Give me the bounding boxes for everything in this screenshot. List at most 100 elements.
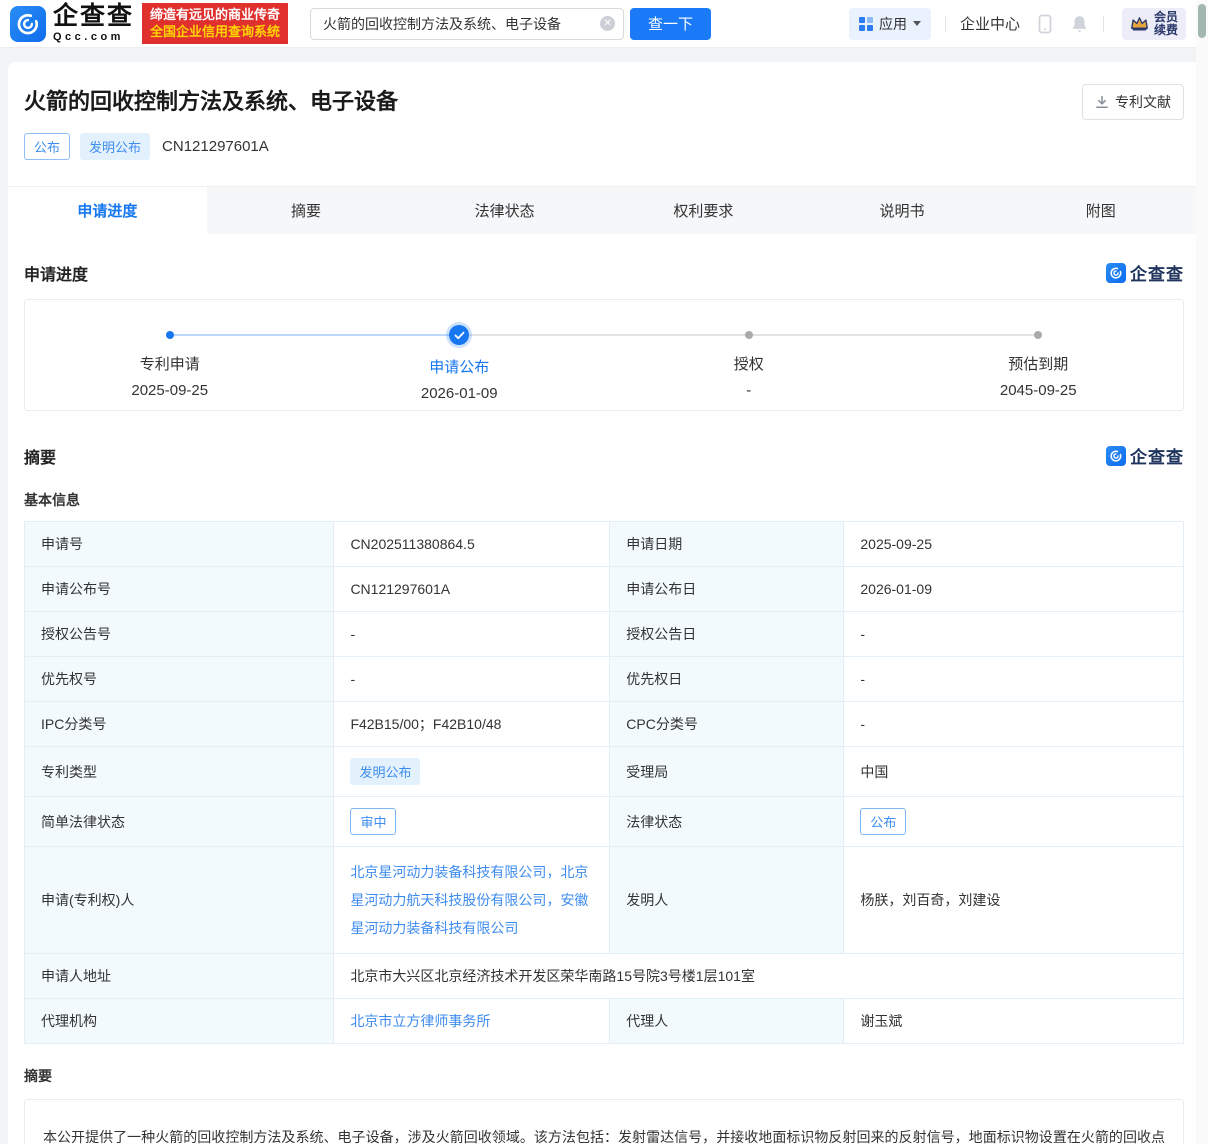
tab-claims[interactable]: 权利要求 xyxy=(604,187,803,234)
separator: ， xyxy=(546,892,561,908)
row-label: 申请日期 xyxy=(609,521,845,567)
top-header: 企查查 Qcc.com 缔造有远见的商业传奇 全国企业信用查询系统 ✕ 查一下 … xyxy=(0,0,1208,48)
qcc-watermark-text: 企查查 xyxy=(1130,448,1184,467)
tab-legal-status[interactable]: 法律状态 xyxy=(405,187,604,234)
mobile-app-icon[interactable] xyxy=(1036,14,1054,34)
table-row: 优先权号 - 优先权日 - xyxy=(23,656,1184,702)
abstract-title: 摘要 xyxy=(24,1068,52,1084)
milestone-publication: 申请公布 2026-01-09 xyxy=(315,300,605,402)
table-row: 申请号 CN202511380864.5 申请日期 2025-09-25 xyxy=(23,521,1184,567)
milestone-expiry: 预估到期 2045-09-25 xyxy=(894,300,1184,399)
row-value: 谢玉斌 xyxy=(843,998,1184,1044)
apps-grid-icon xyxy=(858,16,873,31)
row-label: 授权公告日 xyxy=(609,611,845,657)
summary-section: 摘要 企查查 基本信息 申请号 CN202511380864.5 申请日期 20… xyxy=(8,443,1200,1144)
header-nav: 应用 企业中心 会员 续费 xyxy=(848,7,1186,40)
main-content-card: 火箭的回收控制方法及系统、电子设备 专利文献 公布 发明公布 CN1212976… xyxy=(8,62,1200,1144)
agency-cell: 北京市立方律师事务所 xyxy=(333,998,611,1044)
row-value: - xyxy=(843,611,1184,657)
summary-section-title: 摘要 xyxy=(24,449,57,467)
scrollbar-thumb[interactable] xyxy=(1198,4,1206,38)
row-label: CPC分类号 xyxy=(609,701,845,747)
qcc-watermark-icon xyxy=(1106,445,1126,466)
row-label: 受理局 xyxy=(609,746,845,797)
table-row: 申请(专利权)人 北京星河动力装备科技有限公司，北京星河动力航天科技股份有限公司… xyxy=(23,846,1184,954)
logo-slogan: 缔造有远见的商业传奇 全国企业信用查询系统 xyxy=(142,3,289,44)
notifications-bell-icon[interactable] xyxy=(1070,14,1089,34)
download-icon xyxy=(1096,95,1108,109)
row-value: 公布 xyxy=(843,796,1184,847)
row-value: - xyxy=(843,656,1184,702)
row-value: 审中 xyxy=(333,796,611,847)
slogan-line1: 缔造有远见的商业传奇 xyxy=(150,7,281,23)
row-label: 授权公告号 xyxy=(23,611,335,657)
row-label: 简单法律状态 xyxy=(23,796,335,847)
milestone-check-icon xyxy=(449,325,470,345)
table-row: 专利类型 发明公布 受理局 中国 xyxy=(23,746,1184,797)
apps-menu[interactable]: 应用 xyxy=(848,7,931,40)
clear-search-icon[interactable]: ✕ xyxy=(600,16,616,31)
search-input[interactable] xyxy=(323,15,601,32)
agency-link[interactable]: 北京市立方律师事务所 xyxy=(350,1013,490,1029)
milestone-dot xyxy=(1034,331,1043,339)
scrollbar-track[interactable] xyxy=(1196,0,1208,1144)
row-value: F42B15/00；F42B10/48 xyxy=(333,701,611,747)
milestone-date: - xyxy=(746,382,752,399)
simple-legal-status-badge: 审中 xyxy=(350,808,397,835)
applicant-address: 北京市大兴区北京经济技术开发区荣华南路15号院3号楼1层101室 xyxy=(333,953,1184,999)
qcc-watermark-icon xyxy=(1106,262,1126,283)
patent-badges: 公布 发明公布 CN121297601A xyxy=(8,133,1200,160)
row-label: 优先权号 xyxy=(23,656,335,702)
applicants-cell: 北京星河动力装备科技有限公司，北京星河动力航天科技股份有限公司，安徽星河动力装备… xyxy=(333,846,611,954)
tab-bar: 申请进度 摘要 法律状态 权利要求 说明书 附图 xyxy=(8,186,1200,234)
row-value: - xyxy=(333,656,611,702)
logo-text: 企查查 Qcc.com xyxy=(53,4,134,43)
search-button[interactable]: 查一下 xyxy=(630,7,712,40)
crown-icon xyxy=(1131,17,1148,31)
row-label: 申请号 xyxy=(23,521,335,567)
apps-label: 应用 xyxy=(878,15,907,32)
legal-status-badge: 公布 xyxy=(860,808,907,835)
enterprise-center-link[interactable]: 企业中心 xyxy=(960,13,1020,34)
milestone-date: 2025-09-25 xyxy=(131,382,209,399)
row-label: 代理人 xyxy=(609,998,845,1044)
tab-description[interactable]: 说明书 xyxy=(803,187,1002,234)
progress-section-title: 申请进度 xyxy=(24,266,89,284)
row-value: CN121297601A xyxy=(333,566,611,612)
logo-domain: Qcc.com xyxy=(53,31,124,43)
chevron-down-icon xyxy=(912,21,921,26)
table-row: 简单法律状态 审中 法律状态 公布 xyxy=(23,796,1184,847)
qcc-logo[interactable]: 企查查 Qcc.com 缔造有远见的商业传奇 全国企业信用查询系统 xyxy=(10,3,289,44)
tab-figures[interactable]: 附图 xyxy=(1001,187,1200,234)
search-box: ✕ xyxy=(310,7,625,40)
row-value: 杨朕，刘百奇，刘建设 xyxy=(843,846,1184,954)
milestone-dot xyxy=(744,331,753,339)
applicant-link[interactable]: 北京星河动力装备科技有限公司 xyxy=(350,864,546,880)
row-label: IPC分类号 xyxy=(23,701,335,747)
vip-renew-button[interactable]: 会员 续费 xyxy=(1121,7,1186,40)
tab-application-progress[interactable]: 申请进度 xyxy=(8,187,207,234)
row-label: 申请公布号 xyxy=(23,566,335,612)
progress-timeline: 专利申请 2025-09-25 申请公布 2026-01-09 授权 - 预估到… xyxy=(24,299,1184,411)
row-value: CN202511380864.5 xyxy=(333,521,611,567)
slogan-line2: 全国企业信用查询系统 xyxy=(150,23,281,39)
publication-number: CN121297601A xyxy=(162,138,269,155)
row-label: 申请公布日 xyxy=(609,566,845,612)
abstract-text: 本公开提供了一种火箭的回收控制方法及系统、电子设备，涉及火箭回收领域。该方法包括… xyxy=(24,1099,1184,1144)
basic-info-title: 基本信息 xyxy=(24,492,80,508)
milestone-date: 2026-01-09 xyxy=(420,385,498,402)
row-value: - xyxy=(843,701,1184,747)
type-badge: 发明公布 xyxy=(80,133,151,160)
row-value: 2025-09-25 xyxy=(843,521,1184,567)
qcc-watermark: 企查查 xyxy=(1106,260,1184,285)
table-row: 授权公告号 - 授权公告日 - xyxy=(23,611,1184,657)
milestone-date: 2045-09-25 xyxy=(999,382,1077,399)
tab-abstract[interactable]: 摘要 xyxy=(207,187,406,234)
qcc-watermark: 企查查 xyxy=(1106,443,1184,468)
qcc-spiral-icon xyxy=(10,5,46,42)
separator: ， xyxy=(546,864,561,880)
row-label: 法律状态 xyxy=(609,796,845,847)
download-button-label: 专利文献 xyxy=(1115,94,1171,110)
table-row: 申请公布号 CN121297601A 申请公布日 2026-01-09 xyxy=(23,566,1184,612)
patent-document-button[interactable]: 专利文献 xyxy=(1082,84,1184,120)
